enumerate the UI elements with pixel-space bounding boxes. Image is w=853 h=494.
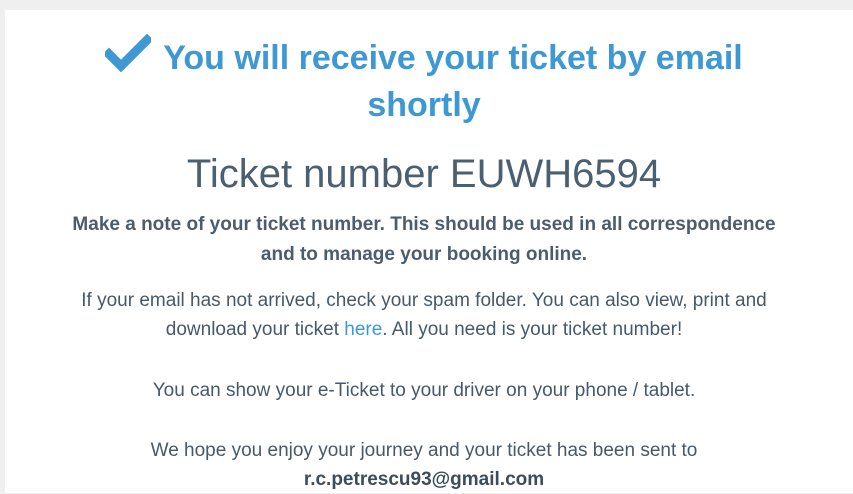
confirmation-card: You will receive your ticket by email sh… (5, 10, 853, 493)
confirmation-headline: You will receive your ticket by email sh… (5, 33, 843, 127)
spam-info-line-1: If your email has not arrived, check you… (81, 290, 767, 311)
check-icon (102, 33, 154, 83)
headline-line-1: You will receive your ticket by email (163, 39, 743, 77)
eticket-info: You can show your e-Ticket to your drive… (152, 380, 696, 401)
ticket-note-line-1: Make a note of your ticket number. This … (72, 214, 776, 235)
spam-info-prefix: download your ticket (165, 319, 345, 340)
ticket-number: Ticket number EUWH6594 (186, 152, 662, 196)
headline-line-2: shortly (367, 86, 481, 124)
spam-info: If your email has not arrived, check you… (25, 286, 823, 344)
spam-info-suffix: . All you need is your ticket number! (382, 319, 683, 340)
recipient-email: r.c.petrescu93@gmail.com (303, 469, 545, 490)
ticket-note: Make a note of your ticket number. This … (25, 210, 823, 270)
ticket-here-link[interactable]: here (344, 319, 382, 340)
enjoy-message-line: We hope you enjoy your journey and your … (150, 440, 698, 461)
enjoy-message: We hope you enjoy your journey and your … (25, 436, 823, 494)
ticket-note-line-2: and to manage your booking online. (260, 244, 588, 265)
spam-info-line-2: download your ticket here. All you need … (25, 315, 823, 344)
